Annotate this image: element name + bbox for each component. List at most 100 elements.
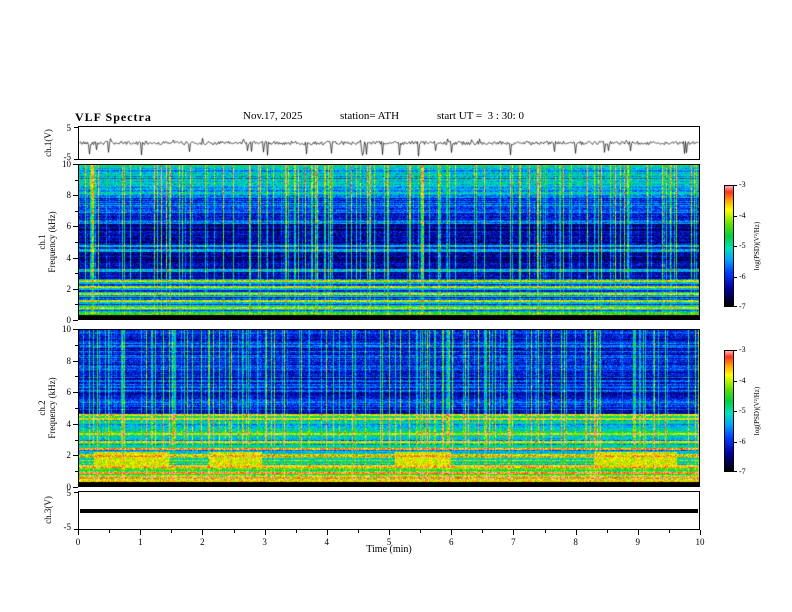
ch1-wave-y-ymin-tick: [74, 159, 78, 160]
ch1-waveform-canvas: [79, 127, 699, 159]
ch2-spec-y-tick: [73, 360, 78, 362]
colorbar-1-tick: [734, 246, 737, 247]
ch1-spec-y-minor-tick: [75, 210, 78, 212]
x-axis-tick: [78, 530, 79, 535]
x-axis-minor-tick: [357, 530, 359, 533]
x-axis-tick: [140, 530, 142, 535]
ch1-spec-y-tick-label: 2: [66, 283, 72, 294]
ch1-spec-y-minor-tick: [75, 179, 78, 181]
ch3-flatline: [80, 508, 698, 513]
ch1-spec-y-tick: [73, 226, 78, 228]
x-axis-minor-tick: [420, 530, 422, 533]
colorbar-1-tick: [734, 306, 737, 307]
ch2-spec-y-tick-label: 4: [66, 418, 72, 429]
x-axis-minor-tick: [668, 530, 670, 533]
x-axis-tick: [700, 530, 701, 535]
vlf-spectra-figure: VLF Spectra Nov.17, 2025 station= ATH st…: [0, 0, 792, 612]
x-axis-tick-label: 9: [635, 537, 641, 547]
ch3-wave-axis-label: ch.3(V): [43, 496, 53, 524]
ch2-spec-y-minor-tick: [75, 408, 78, 409]
ch2-spec-y-tick: [73, 487, 78, 488]
ch2-spec-y-tick-label: 10: [62, 324, 71, 334]
x-axis-minor-tick: [171, 530, 173, 533]
colorbar-2-tick: [734, 471, 737, 472]
ch2-spec-y-tick-label: 8: [66, 355, 72, 366]
ch1-spec-y-minor-tick: [75, 273, 78, 275]
ch1-spec-channel-label: ch.1: [37, 234, 47, 250]
colorbar-1-tick-label: -4: [739, 210, 746, 220]
ch1-spec-y-tick: [73, 288, 78, 290]
x-axis-tick-label: 0: [75, 537, 81, 547]
ch3-wave-y-ymax-tick: [74, 492, 78, 493]
ch1-spectrogram-canvas: [79, 165, 699, 319]
ch2-spec-y-tick: [73, 329, 78, 330]
ch1-spec-y-minor-tick: [75, 304, 78, 306]
ch1-spec-y-tick: [73, 195, 78, 197]
ch1-wave-y-ymax-label: 5: [66, 123, 72, 133]
ch1-spec-y-tick: [73, 257, 78, 259]
colorbar-1-tick-label: -7: [739, 302, 746, 311]
x-axis-tick-label: 5: [386, 537, 392, 547]
ch1-spec-y-tick-label: 6: [66, 221, 72, 232]
ch2-spec-y-tick: [73, 455, 78, 457]
x-axis-minor-tick: [544, 530, 546, 533]
ch3-wave-y-ymin-label: -5: [63, 522, 72, 532]
ch1-wave-y-ymax-tick: [74, 127, 78, 128]
x-axis-tick-label: 8: [573, 537, 578, 547]
x-axis-tick-label: 2: [200, 537, 205, 547]
x-axis-tick-label: 1: [137, 537, 143, 547]
colorbar-2-tick-label: -6: [739, 436, 746, 446]
x-axis-minor-tick: [295, 530, 297, 533]
x-axis-tick: [513, 530, 515, 535]
colorbar-2: [724, 350, 734, 472]
ch2-spec-y-minor-tick: [75, 439, 78, 441]
x-axis-tick-label: 10: [695, 537, 705, 547]
colorbar-1-tick-label: -3: [739, 180, 746, 189]
colorbar-1-tick-label: -6: [739, 271, 746, 281]
x-axis-tick-label: 4: [324, 537, 330, 547]
x-axis-minor-tick: [109, 530, 111, 533]
x-axis-tick: [575, 530, 577, 535]
ch1-spec-y-minor-tick: [75, 242, 78, 243]
colorbar-2-tick: [734, 411, 737, 412]
figure-start-ut: start UT = 3 : 30: 0: [437, 110, 524, 122]
colorbar-2-tick-label: -7: [739, 467, 746, 476]
ch1-spec-y-tick-label: 4: [66, 252, 72, 263]
colorbar-2-tick: [734, 350, 737, 351]
x-axis-tick: [264, 530, 266, 535]
x-axis-tick: [451, 530, 453, 535]
ch1-spectrogram-panel: [78, 164, 700, 320]
x-axis-minor-tick: [233, 530, 235, 533]
x-axis-tick-label: 6: [448, 537, 454, 547]
ch2-spectrogram-canvas: [79, 330, 699, 486]
x-axis-tick: [389, 530, 390, 535]
colorbar-2-tick: [734, 380, 737, 382]
x-axis-minor-tick: [606, 530, 608, 533]
colorbar-1-tick: [734, 276, 737, 278]
ch1-waveform-panel: [78, 126, 700, 160]
ch1-wave-y-ymin-label: -5: [63, 152, 72, 162]
ch2-spec-y-tick: [73, 392, 78, 394]
ch2-spec-y-tick-label: 2: [66, 450, 72, 461]
x-axis-tick: [202, 530, 204, 535]
colorbar-2-tick: [734, 441, 737, 443]
x-axis-tick: [637, 530, 639, 535]
x-axis-tick-label: 3: [262, 537, 267, 547]
ch2-spec-y-minor-tick: [75, 471, 78, 473]
colorbar-2-tick-label: -4: [739, 375, 746, 385]
ch3-waveform-panel: [78, 491, 700, 530]
colorbar-2-tick-label: -5: [739, 406, 746, 415]
ch3-wave-y-ymax-label: 5: [66, 488, 72, 498]
ch1-spec-y-tick: [73, 164, 78, 165]
ch2-spec-y-minor-tick: [75, 376, 78, 378]
colorbar-1-tick: [734, 185, 737, 186]
colorbar-1-tick-label: -5: [739, 241, 746, 250]
ch2-spec-y-tick: [73, 423, 78, 425]
ch1-spec-y-tick: [73, 320, 78, 321]
ch3-wave-y-ymin-tick: [74, 529, 78, 530]
colorbar-1: [724, 185, 734, 307]
x-axis-tick-label: 7: [511, 537, 516, 547]
ch2-spec-y-tick-label: 6: [66, 387, 72, 398]
x-axis-tick: [326, 530, 328, 535]
figure-station: station= ATH: [340, 110, 400, 122]
